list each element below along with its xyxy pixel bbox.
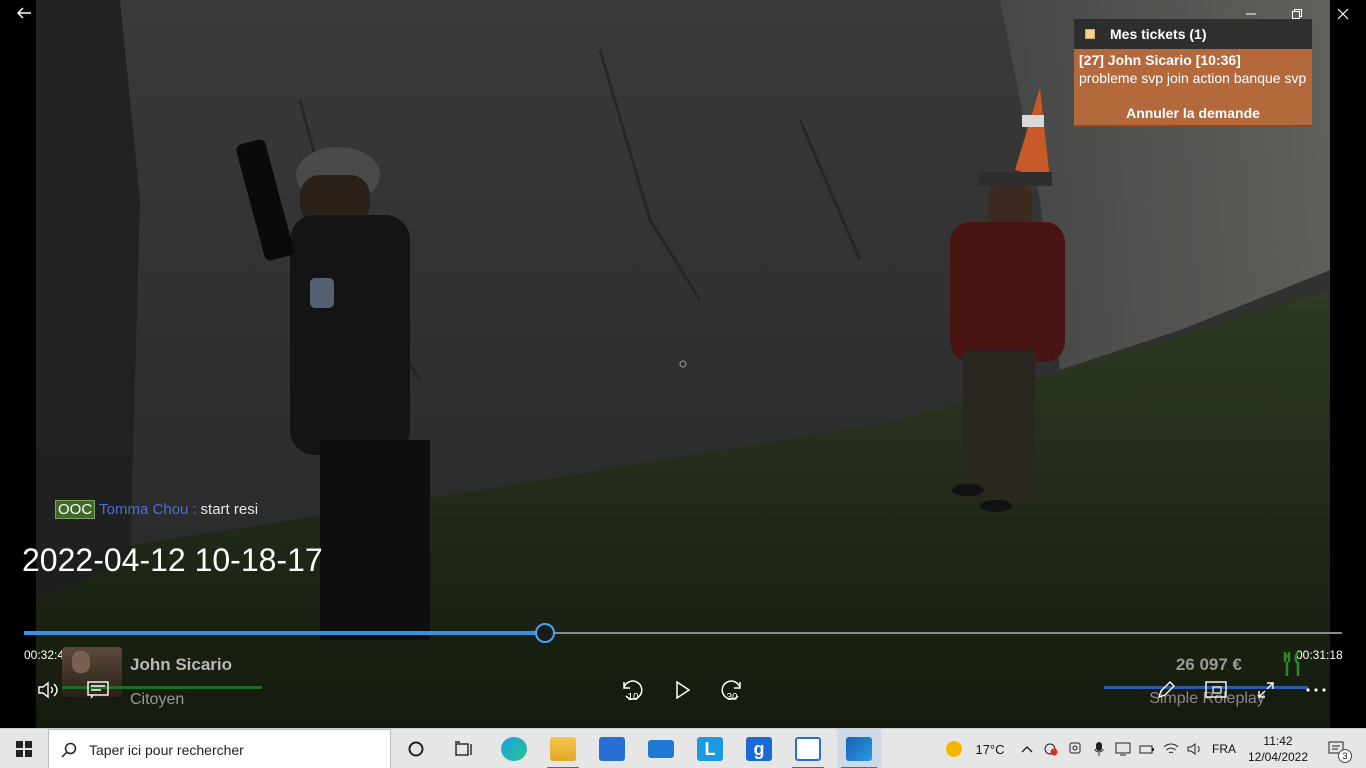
speaker-icon	[1187, 743, 1200, 755]
video-player-window: Mes tickets (1) [27] John Sicario [10:36…	[0, 0, 1366, 768]
tickets-header-label: Mes tickets (1)	[1110, 26, 1207, 42]
cancel-ticket-button[interactable]: Annuler la demande	[1074, 104, 1312, 122]
windows-icon	[16, 741, 32, 757]
ticket-message: probleme svp join action banque svp	[1079, 70, 1307, 86]
rewind-button[interactable]: 10	[614, 672, 650, 708]
search-icon	[61, 742, 77, 758]
more-icon	[1306, 688, 1326, 692]
player-name: John Sicario	[130, 655, 233, 674]
mail-icon	[648, 740, 674, 758]
arrow-left-icon	[16, 7, 31, 19]
clock-time: 11:42	[1263, 734, 1293, 748]
language-label: FRA	[1212, 742, 1236, 756]
seek-thumb[interactable]	[535, 623, 555, 643]
taskbar-app-store[interactable]	[592, 729, 632, 768]
display-icon	[1115, 742, 1131, 756]
close-icon	[1337, 8, 1349, 20]
forward-icon: 30	[721, 680, 741, 703]
forward-label: 30	[726, 692, 738, 703]
tray-item-2[interactable]	[1064, 729, 1086, 768]
pencil-icon	[1157, 681, 1175, 699]
ticket-icon	[1085, 29, 1095, 39]
chat-separator: :	[192, 501, 197, 518]
mini-view-button[interactable]	[1198, 672, 1234, 708]
weather-widget[interactable]: 17°C	[970, 729, 1010, 768]
expand-icon	[1258, 682, 1274, 698]
cortana-button[interactable]	[396, 729, 436, 768]
task-view-button[interactable]	[444, 729, 484, 768]
taskbar-app-edge[interactable]	[494, 729, 534, 768]
chat-tag: OOC	[55, 500, 96, 519]
chevron-up-icon	[1021, 746, 1033, 753]
taskbar-app-explorer[interactable]	[543, 729, 583, 768]
player-job: Citoyen	[130, 691, 185, 708]
weather-icon[interactable]	[942, 729, 966, 768]
tray-item-5[interactable]	[1136, 729, 1158, 768]
fullscreen-button[interactable]	[1248, 672, 1284, 708]
tickets-panel: Mes tickets (1) [27] John Sicario [10:36…	[1074, 19, 1312, 129]
wifi-button[interactable]	[1160, 729, 1182, 768]
rewind-icon: 10	[623, 680, 643, 703]
subtitles-icon	[87, 681, 109, 699]
taskbar-app-films[interactable]	[837, 729, 881, 768]
start-button[interactable]	[0, 729, 48, 768]
gmod-icon: g	[746, 737, 772, 761]
chat-message: start resi	[200, 501, 259, 518]
forward-button[interactable]: 30	[714, 672, 750, 708]
chat-line: OOC Tomma Chou: start resi	[55, 500, 258, 520]
taskbar-app-l[interactable]: L	[690, 729, 730, 768]
l-app-icon: L	[697, 737, 723, 761]
ticket-card: [27] John Sicario [10:36] probleme svp j…	[1074, 49, 1312, 127]
seek-bar[interactable]	[24, 623, 1342, 643]
search-placeholder: Taper ici pour rechercher	[89, 742, 244, 758]
play-button[interactable]	[665, 672, 701, 708]
ticket-title: [27] John Sicario [10:36]	[1079, 52, 1241, 68]
tray-item-1[interactable]	[1040, 729, 1062, 768]
volume-icon	[38, 681, 58, 699]
edit-button[interactable]	[1148, 672, 1184, 708]
volume-tray-button[interactable]	[1184, 729, 1206, 768]
rewind-label: 10	[627, 692, 639, 703]
notifications-button[interactable]: 3	[1318, 729, 1358, 768]
taskbar-app-gmod[interactable]: g	[739, 729, 779, 768]
play-icon	[676, 680, 691, 700]
folder-icon	[550, 737, 576, 761]
microphone-icon	[1094, 742, 1104, 756]
tickets-header: Mes tickets (1)	[1074, 19, 1312, 49]
subtitles-button[interactable]	[80, 672, 116, 708]
tray-item-3[interactable]	[1088, 729, 1110, 768]
video-title: 2022-04-12 10-18-17	[22, 542, 323, 578]
language-indicator[interactable]: FRA	[1208, 729, 1240, 768]
notification-count: 3	[1338, 749, 1352, 763]
volume-button[interactable]	[30, 672, 66, 708]
weather-temperature: 17°C	[975, 741, 1005, 757]
battery-icon	[1139, 745, 1154, 754]
mini-view-icon	[1205, 681, 1227, 698]
webcam-icon	[1069, 742, 1081, 754]
taskbar-search-input[interactable]: Taper ici pour rechercher	[48, 729, 391, 768]
taskbar-app-window[interactable]	[788, 729, 828, 768]
cortana-icon	[408, 741, 424, 757]
close-button[interactable]	[1320, 0, 1366, 32]
tray-item-4[interactable]	[1112, 729, 1134, 768]
chat-player-name: Tomma Chou	[99, 501, 189, 518]
windows-taskbar: Taper ici pour rechercher L g 17°C FRA 1…	[0, 728, 1366, 768]
app-window-icon	[795, 737, 821, 761]
edge-icon	[501, 737, 527, 761]
tray-expand-button[interactable]	[1018, 729, 1036, 768]
seek-fill	[24, 631, 545, 635]
back-button[interactable]	[10, 4, 38, 28]
more-options-button[interactable]	[1298, 672, 1334, 708]
films-icon	[846, 737, 872, 761]
store-icon	[599, 737, 625, 761]
network-status-icon	[1044, 743, 1058, 756]
wifi-icon	[1163, 743, 1179, 754]
taskbar-clock[interactable]: 11:42 12/04/2022	[1244, 733, 1312, 765]
taskbar-app-mail[interactable]	[641, 729, 681, 768]
clock-date: 12/04/2022	[1247, 750, 1309, 764]
task-view-icon	[455, 741, 472, 756]
